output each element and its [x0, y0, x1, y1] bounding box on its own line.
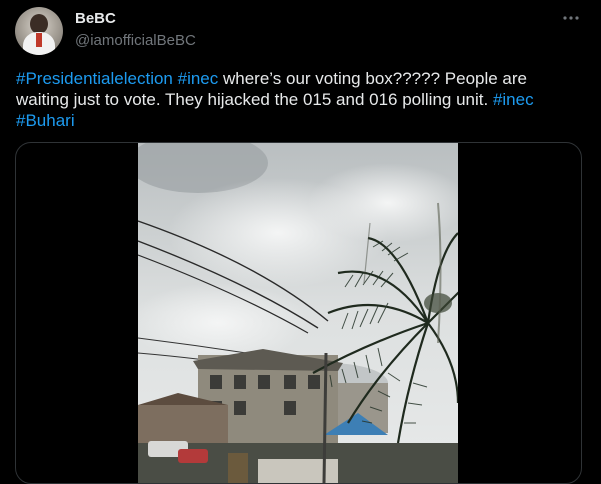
avatar[interactable]: [15, 7, 63, 55]
tweet: BeBC @iamofficialBeBC #Presidentialelect…: [0, 0, 601, 484]
video-player[interactable]: [15, 142, 582, 484]
hashtag-inec-second[interactable]: #inec: [493, 90, 534, 109]
ellipsis-icon: [563, 16, 579, 20]
avatar-head: [30, 14, 48, 34]
avatar-tie: [36, 33, 42, 47]
tweet-text: #Presidentialelection #inec where’s our …: [16, 68, 576, 131]
hashtag-inec[interactable]: #inec: [178, 69, 219, 88]
more-options-button[interactable]: [559, 8, 583, 28]
author-name[interactable]: BeBC: [75, 10, 116, 27]
hashtag-buhari[interactable]: #Buhari: [16, 111, 75, 130]
video-thumbnail[interactable]: [138, 143, 458, 483]
hashtag-presidentialelection[interactable]: #Presidentialelection: [16, 69, 173, 88]
video-scene-image: [138, 143, 458, 483]
author-handle[interactable]: @iamofficialBeBC: [75, 32, 196, 49]
